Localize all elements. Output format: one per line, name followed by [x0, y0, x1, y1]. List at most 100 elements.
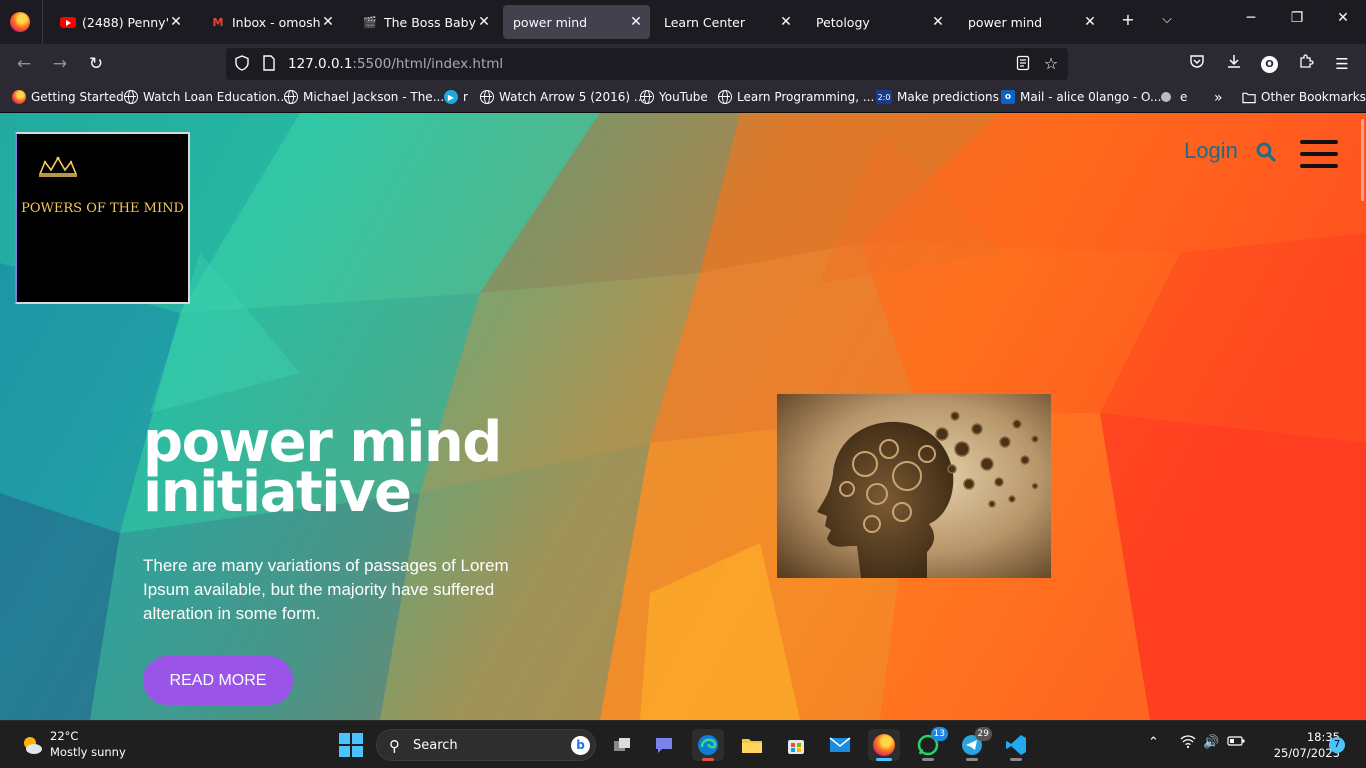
other-bookmarks[interactable]: Other Bookmarks [1242, 90, 1366, 104]
close-icon[interactable]: ✕ [320, 14, 336, 30]
bing-icon[interactable]: b [571, 736, 590, 755]
bookmark-mail[interactable]: o Mail - alice 0lango - O... [1001, 90, 1161, 104]
globe-icon [718, 90, 732, 104]
tab-title: (2488) Penny's Be [82, 14, 168, 30]
tray-chevron-up-icon[interactable]: ⌃ [1148, 735, 1159, 750]
bookmark-getting-started[interactable]: Getting Started [12, 90, 124, 104]
tab-title: power mind [968, 14, 1043, 30]
bookmark-e[interactable]: e [1161, 90, 1187, 104]
telegram-unread-badge: 29 [974, 727, 992, 741]
firefox-icon [12, 90, 26, 104]
firefox-taskbar-icon[interactable] [868, 729, 900, 761]
microsoft-store-icon[interactable] [780, 729, 812, 761]
account-avatar-icon[interactable]: O [1261, 56, 1278, 73]
downloads-icon[interactable] [1222, 52, 1246, 76]
whatsapp-unread-badge: 13 [930, 727, 948, 741]
close-window-icon[interactable]: ✕ [1328, 10, 1358, 26]
mail-icon[interactable] [824, 729, 856, 761]
close-icon[interactable]: ✕ [778, 14, 794, 30]
menu-icon[interactable]: ☰ [1330, 52, 1354, 76]
weather-description[interactable]: Mostly sunny [50, 745, 126, 759]
tab-title: Learn Center [664, 14, 745, 30]
firefox-icon[interactable] [10, 12, 30, 32]
close-icon[interactable]: ✕ [476, 14, 492, 30]
whatsapp-icon[interactable]: 13 [912, 727, 948, 761]
tab-boss-baby[interactable]: 🎬 The Boss Baby 20 ✕ [352, 5, 498, 39]
tab-petology[interactable]: Petology ✕ [806, 5, 952, 39]
bookmark-r[interactable]: ▶ r [444, 90, 468, 104]
url-bar[interactable]: 127.0.0.1:5500/html/index.html ☆ [226, 48, 1068, 80]
bookmark-learn-programming[interactable]: Learn Programming, ... [718, 90, 874, 104]
globe-icon [480, 90, 494, 104]
tab-youtube[interactable]: (2488) Penny's Be ✕ [50, 5, 190, 39]
clock-date[interactable]: 25/07/2023 [1256, 746, 1340, 760]
close-icon[interactable]: ✕ [628, 14, 644, 30]
bookmark-youtube[interactable]: YouTube [640, 90, 708, 104]
site-logo[interactable]: POWERS OF THE MIND [15, 132, 190, 304]
windows-start-icon[interactable] [339, 733, 363, 757]
tab-list-chevron-icon[interactable]: ⌵ [1155, 12, 1179, 27]
weather-temperature[interactable]: 22°C [50, 729, 78, 743]
hero-title: power mind initiative [143, 410, 502, 525]
taskbar-search-placeholder: Search [413, 738, 458, 753]
tab-title: The Boss Baby 20 [384, 14, 476, 30]
pocket-icon[interactable] [1185, 52, 1209, 76]
wifi-icon[interactable] [1180, 735, 1196, 752]
bookmark-make-predictions[interactable]: 2:0 Make predictions [876, 90, 999, 104]
logo-text: POWERS OF THE MIND [21, 201, 184, 216]
volume-icon[interactable]: 🔊 [1203, 735, 1219, 750]
web-page: POWERS OF THE MIND Login power mind init… [0, 113, 1366, 720]
tab-learn-center[interactable]: Learn Center ✕ [654, 5, 800, 39]
bookmark-arrow[interactable]: Watch Arrow 5 (2016) ... [480, 90, 645, 104]
outlook-icon: o [1001, 90, 1015, 104]
globe-icon [640, 90, 654, 104]
teams-chat-icon[interactable] [648, 729, 680, 761]
weather-sunny-icon[interactable] [20, 733, 44, 757]
site-icon [1161, 92, 1171, 102]
close-icon[interactable]: ✕ [1082, 14, 1098, 30]
extensions-puzzle-icon[interactable] [1294, 52, 1318, 76]
taskbar-search[interactable]: ⚲ Search b [376, 729, 596, 761]
forward-icon[interactable]: → [48, 52, 72, 76]
bookmark-michael-jackson[interactable]: Michael Jackson - The... [284, 90, 444, 104]
vscode-icon[interactable] [1000, 729, 1032, 761]
gmail-icon: M [212, 15, 224, 29]
hamburger-menu-icon[interactable] [1300, 140, 1338, 168]
shield-icon[interactable] [233, 55, 251, 73]
read-more-button[interactable]: READ MORE [143, 656, 293, 705]
back-icon[interactable]: ← [12, 52, 36, 76]
tab-power-mind[interactable]: power mind ✕ [958, 5, 1104, 39]
battery-icon[interactable] [1227, 735, 1245, 751]
bookmark-star-icon[interactable]: ☆ [1042, 55, 1060, 73]
tab-gmail[interactable]: M Inbox - omosh60 ✕ [200, 5, 342, 39]
url-text[interactable]: 127.0.0.1:5500/html/index.html [288, 56, 503, 72]
task-view-icon[interactable] [606, 729, 638, 761]
restore-icon[interactable]: ❐ [1282, 10, 1312, 26]
edge-icon[interactable] [692, 729, 724, 761]
navigation-toolbar: ← → ↻ 127.0.0.1:5500/html/index.html ☆ O… [0, 44, 1366, 84]
bookmark-loan-education[interactable]: Watch Loan Education... [124, 90, 288, 104]
notification-badge[interactable]: 7 [1329, 737, 1345, 753]
bookmarks-toolbar: Getting Started Watch Loan Education... … [0, 84, 1366, 113]
more-bookmarks-chevron-icon[interactable]: » [1214, 90, 1223, 106]
reload-icon[interactable]: ↻ [84, 52, 108, 76]
tab-title: Inbox - omosh60 [232, 14, 320, 30]
reader-view-icon[interactable] [1014, 55, 1032, 73]
clapper-icon: 🎬 [363, 15, 377, 29]
tab-power-mind-active[interactable]: power mind ✕ [503, 5, 650, 39]
globe-icon [284, 90, 298, 104]
page-scrollbar[interactable] [1361, 119, 1364, 201]
close-icon[interactable]: ✕ [168, 14, 184, 30]
search-icon[interactable] [1256, 142, 1276, 162]
page-icon[interactable] [260, 55, 278, 73]
login-link[interactable]: Login [1184, 138, 1238, 164]
telegram-icon[interactable]: 29 [956, 727, 992, 761]
file-explorer-icon[interactable] [736, 729, 768, 761]
new-tab-icon[interactable]: + [1116, 10, 1140, 29]
minimize-icon[interactable]: ─ [1236, 10, 1266, 26]
search-icon: ⚲ [389, 737, 400, 755]
crown-icon [38, 156, 78, 177]
windows-taskbar: 22°C Mostly sunny ⚲ Search b 13 29 ⌃ 🔊 1… [0, 720, 1366, 768]
tab-separator [42, 0, 43, 44]
close-icon[interactable]: ✕ [930, 14, 946, 30]
